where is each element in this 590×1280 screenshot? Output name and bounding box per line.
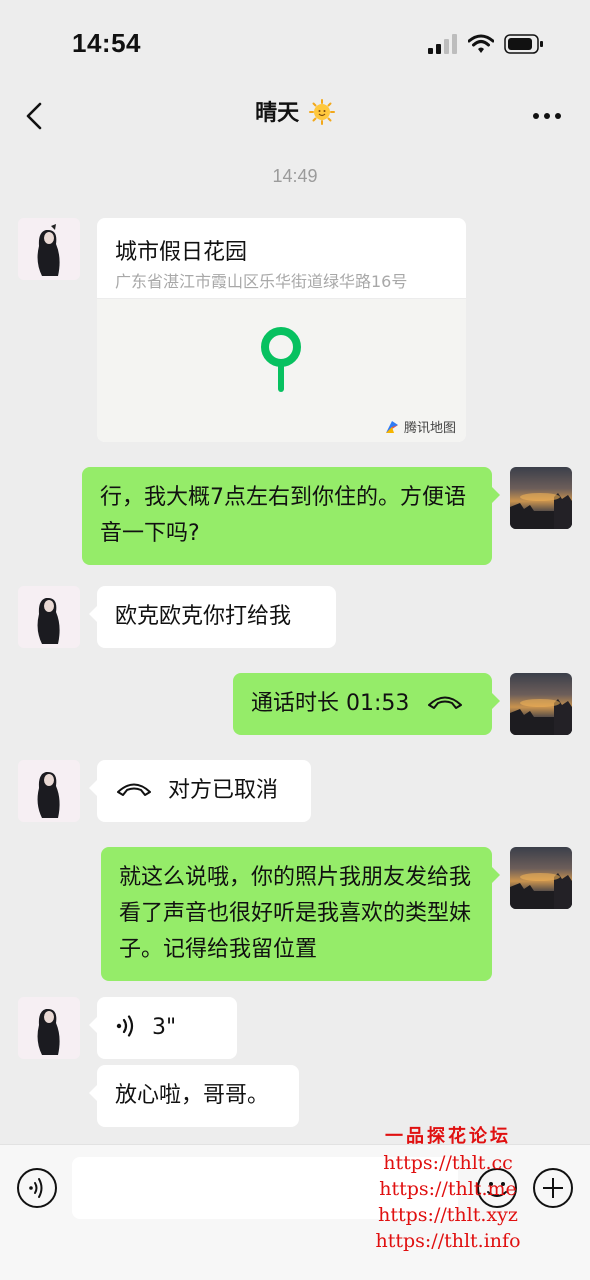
phone-hangup-icon	[117, 783, 151, 796]
message-text: 行，我大概7点左右到你住的。方便语音一下吗?	[100, 485, 466, 546]
voice-message[interactable]: 3"	[89, 997, 237, 1059]
contact-avatar[interactable]	[18, 586, 80, 648]
status-bar: 14:54	[0, 0, 590, 88]
voice-wave-icon	[116, 1015, 134, 1037]
avatar-image	[510, 873, 572, 909]
map-pin-icon	[261, 327, 301, 392]
contact-avatar[interactable]	[18, 997, 80, 1059]
location-map: 腾讯地图	[97, 298, 466, 442]
map-brand-label: 腾讯地图	[403, 421, 456, 436]
chat-header: 晴天	[0, 88, 590, 146]
call-duration-text: 通话时长 01:53	[251, 691, 410, 716]
call-cancelled-text: 对方已取消	[168, 778, 279, 803]
voice-duration: 3"	[152, 1015, 177, 1040]
call-record-message[interactable]: 通话时长 01:53	[233, 673, 500, 735]
sun-emoji-icon	[308, 99, 335, 125]
chat-timestamp: 14:49	[272, 166, 318, 186]
status-icons	[428, 32, 544, 56]
watermark-link: https://thlt.me	[379, 1178, 517, 1200]
avatar-image	[18, 586, 80, 648]
my-avatar[interactable]	[510, 467, 572, 529]
my-avatar[interactable]	[510, 847, 572, 909]
location-name: 城市假日花园	[115, 240, 248, 265]
signal-icon	[428, 34, 457, 54]
more-icon[interactable]	[530, 104, 564, 128]
sent-message[interactable]: 就这么说哦，你的照片我朋友发给我看了声音也很好听是我喜欢的类型妹子。记得给我留位…	[101, 847, 500, 981]
watermark-link: https://thlt.cc	[383, 1152, 513, 1174]
avatar-image	[18, 997, 80, 1059]
received-message[interactable]: 放心啦，哥哥。	[89, 1065, 299, 1127]
message-text: 放心啦，哥哥。	[115, 1083, 270, 1108]
received-message[interactable]: 欧克欧克你打给我	[89, 586, 336, 648]
avatar-image	[510, 699, 572, 735]
contact-avatar[interactable]	[18, 218, 80, 280]
plus-icon[interactable]	[532, 1167, 574, 1209]
message-text: 欧克欧克你打给我	[115, 604, 292, 629]
contact-name: 晴天	[255, 101, 300, 126]
avatar-image	[18, 218, 80, 280]
location-card[interactable]: 城市假日花园 广东省湛江市霞山区乐华街道绿华路16号 腾讯地图	[97, 218, 466, 442]
chat-title: 晴天	[0, 98, 590, 130]
sent-message[interactable]: 行，我大概7点左右到你住的。方便语音一下吗?	[82, 467, 500, 565]
watermark-link: https://thlt.info	[375, 1230, 521, 1252]
tencent-map-icon	[385, 420, 398, 433]
avatar-image	[18, 760, 80, 822]
call-cancelled-message[interactable]: 对方已取消	[89, 760, 311, 822]
my-avatar[interactable]	[510, 673, 572, 735]
watermark: 一品探花论坛 https://thlt.cc https://thlt.me h…	[368, 1124, 528, 1254]
battery-icon	[504, 34, 543, 54]
location-address: 广东省湛江市霞山区乐华街道绿华路16号	[115, 272, 408, 291]
phone-hangup-icon	[428, 696, 463, 709]
wifi-icon	[468, 34, 494, 53]
avatar-image	[510, 493, 572, 529]
contact-avatar[interactable]	[18, 760, 80, 822]
watermark-link: https://thlt.xyz	[378, 1204, 518, 1226]
map-brand: 腾讯地图	[384, 417, 456, 436]
status-time: 14:54	[72, 28, 141, 58]
message-text: 就这么说哦，你的照片我朋友发给我看了声音也很好听是我喜欢的类型妹子。记得给我留位…	[119, 865, 472, 962]
voice-input-icon[interactable]	[16, 1167, 58, 1209]
watermark-title: 一品探花论坛	[385, 1126, 511, 1147]
